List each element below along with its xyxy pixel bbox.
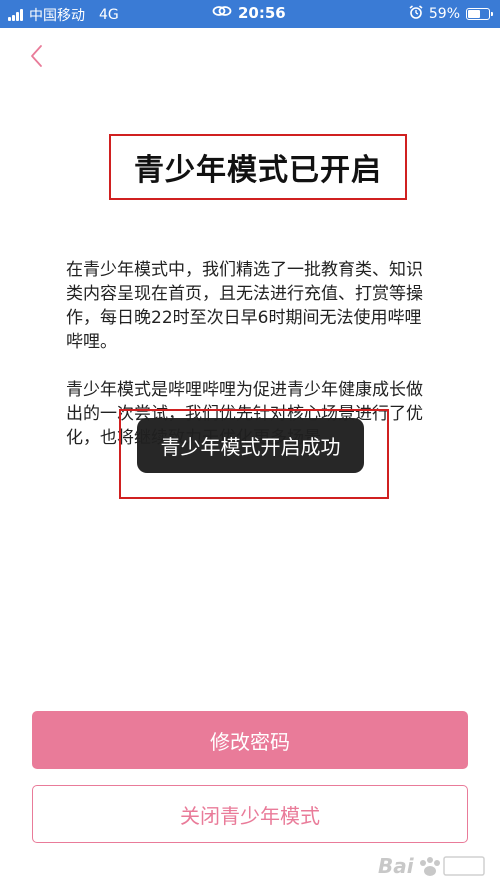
battery-percent: 59% (428, 6, 460, 22)
chevron-left-icon (31, 45, 42, 67)
description-paragraph-1: 在青少年模式中，我们精选了一批教育类、知识类内容呈现在首页，且无法进行充值、打赏… (66, 260, 423, 352)
status-right: 59% (409, 5, 493, 23)
change-password-button[interactable]: 修改密码 (32, 711, 468, 769)
status-bar: 中国移动 4G 20:56 59% (0, 0, 500, 28)
svg-text:Bai: Bai (378, 854, 415, 878)
carrier-label: 中国移动 (29, 8, 85, 24)
toast-annotation-box (119, 409, 389, 499)
status-center: 20:56 (212, 4, 286, 22)
link-icon (212, 4, 232, 22)
close-teen-mode-button[interactable]: 关闭青少年模式 (32, 785, 468, 843)
baidu-watermark-logo: Bai (378, 851, 488, 881)
network-label: 4G (99, 7, 119, 23)
status-left: 中国移动 4G (8, 5, 119, 25)
battery-fill (468, 10, 480, 18)
battery-icon (466, 8, 493, 20)
status-time: 20:56 (238, 4, 286, 22)
title-annotation-box (109, 134, 407, 200)
back-button[interactable] (20, 40, 52, 72)
alarm-icon (409, 5, 423, 23)
signal-icon (8, 9, 23, 21)
